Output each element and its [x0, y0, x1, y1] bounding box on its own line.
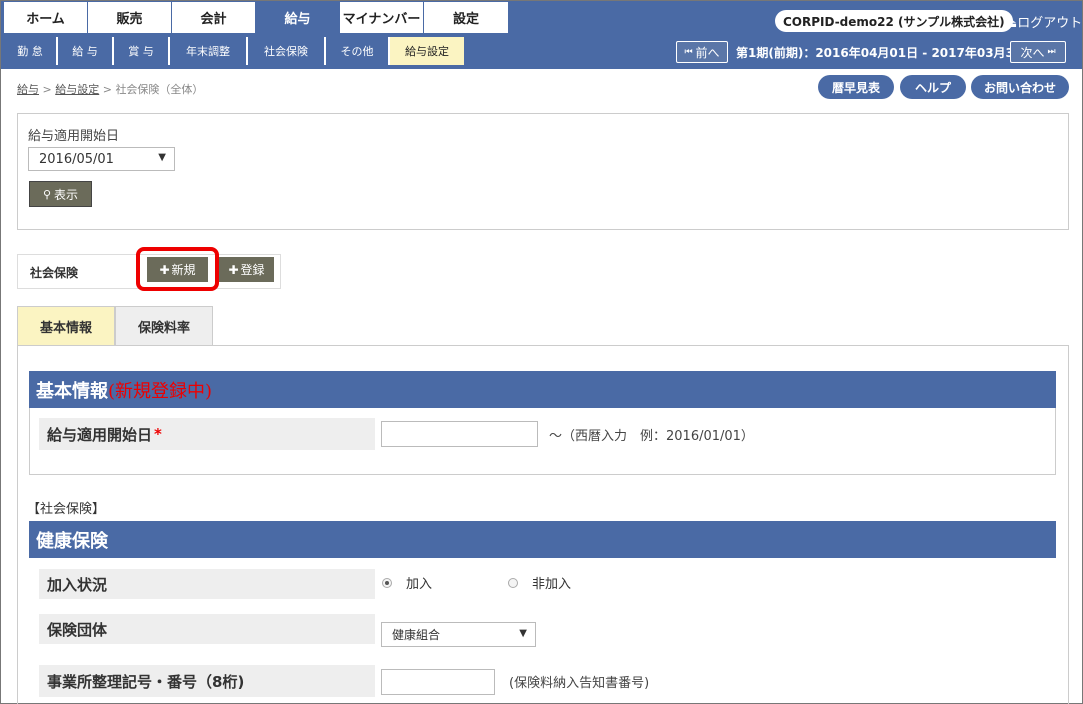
start-date-selected: 2016/05/01 [39, 151, 114, 167]
breadcrumb-current: 社会保険（全体） [115, 83, 204, 96]
help-button[interactable]: ヘルプ [900, 75, 966, 99]
search-icon: ⚲ [42, 187, 52, 201]
next-period-button[interactable]: 次へ ⏭ [1010, 41, 1066, 63]
organization-label: 保険団体 [39, 614, 375, 644]
start-date-label: 給与適用開始日 * [39, 418, 375, 450]
highlight-frame [136, 247, 219, 291]
breadcrumb: 給与 > 給与設定 > 社会保険（全体） [17, 81, 203, 97]
enrolled-radio[interactable]: 加入 [382, 573, 432, 592]
social-insurance-label: 社会保険 [30, 266, 79, 280]
office-code-input[interactable] [381, 669, 495, 695]
enrollment-label: 加入状況 [39, 569, 375, 599]
breadcrumb-payroll[interactable]: 給与 [17, 83, 39, 96]
breadcrumb-sep: > [39, 83, 56, 96]
start-date-hint: ～（西暦入力 例：2016/01/01） [549, 429, 754, 444]
organization-selected: 健康組合 [392, 628, 441, 642]
basic-info-title: 基本情報 [36, 380, 108, 402]
show-button[interactable]: ⚲ 表示 [29, 181, 92, 207]
main-tabs: ホーム 販売 会計 給与 マイナンバー 設定 [4, 2, 508, 33]
subtab-attendance[interactable]: 勤 怠 [4, 37, 58, 65]
subtab-year-end[interactable]: 年末調整 [170, 37, 248, 65]
next-label: 次へ [1020, 45, 1045, 60]
start-date-input[interactable] [381, 421, 538, 447]
contact-button[interactable]: お問い合わせ [971, 75, 1069, 99]
tab-insurance-rates[interactable]: 保険料率 [115, 306, 213, 346]
logout-link[interactable]: ⏏ログアウト [1005, 12, 1082, 31]
organization-select[interactable]: 健康組合 ▼ [381, 622, 536, 647]
social-insurance-group-label: 【社会保険】 [27, 502, 106, 517]
caret-down-icon: ▼ [158, 152, 166, 163]
tab-home[interactable]: ホーム [4, 2, 88, 33]
calendar-button[interactable]: 暦早見表 [818, 75, 894, 99]
tab-payroll[interactable]: 給与 [256, 2, 340, 33]
tab-basic-info[interactable]: 基本情報 [17, 306, 115, 346]
radio-selected-icon [382, 577, 392, 588]
subtab-social-insurance[interactable]: 社会保険 [248, 37, 326, 65]
register-button[interactable]: ✚ 登録 [219, 257, 274, 282]
subtab-other[interactable]: その他 [326, 37, 390, 65]
new-registration-status: (新規登録中) [108, 380, 213, 402]
breadcrumb-sep: > [99, 83, 116, 96]
logout-label: ログアウト [1017, 16, 1083, 31]
eject-icon: ⏏ [1005, 16, 1018, 31]
office-code-label: 事業所整理記号・番号（8桁) [39, 665, 375, 697]
not-enrolled-label: 非加入 [532, 577, 572, 592]
tab-sales[interactable]: 販売 [88, 2, 172, 33]
health-insurance-title: 健康保険 [36, 530, 108, 552]
office-code-hint: (保険料納入告知書番号) [509, 676, 650, 691]
start-date-label-text: 給与適用開始日 [47, 425, 153, 444]
caret-down-icon: ▼ [519, 628, 527, 639]
not-enrolled-radio[interactable]: 非加入 [508, 573, 571, 592]
health-insurance-header: 健康保険 [29, 521, 1056, 558]
prev-label: 前へ [695, 45, 720, 60]
skip-back-icon: ⏮ [684, 47, 693, 57]
basic-info-header: 基本情報 (新規登録中) [29, 371, 1056, 408]
required-mark: * [154, 425, 162, 443]
breadcrumb-payroll-settings[interactable]: 給与設定 [55, 83, 99, 96]
prev-period-button[interactable]: ⏮ 前へ [676, 41, 728, 63]
filter-label: 給与適用開始日 [28, 129, 120, 144]
filter-panel [17, 113, 1069, 230]
start-date-select[interactable]: 2016/05/01 ▼ [28, 147, 175, 171]
fiscal-period: 第1期(前期)：2016年04月01日 - 2017年03月31日 [736, 46, 1035, 60]
radio-empty-icon [508, 577, 518, 588]
subtab-bonus[interactable]: 賞 与 [114, 37, 170, 65]
subtab-payroll-settings[interactable]: 給与設定 [390, 37, 464, 65]
register-label: 登録 [240, 263, 265, 277]
tab-my-number[interactable]: マイナンバー [340, 2, 424, 33]
plus-icon: ✚ [228, 262, 239, 277]
sub-tabs: 勤 怠 給 与 賞 与 年末調整 社会保険 その他 給与設定 [4, 37, 464, 65]
skip-forward-icon: ⏭ [1047, 47, 1056, 57]
subtab-salary[interactable]: 給 与 [58, 37, 114, 65]
company-badge: CORPID-demo22 (サンプル株式会社) [775, 10, 1013, 32]
tab-accounting[interactable]: 会計 [172, 2, 256, 33]
enrolled-label: 加入 [406, 577, 433, 592]
tab-settings[interactable]: 設定 [424, 2, 508, 33]
show-label: 表示 [54, 187, 79, 202]
